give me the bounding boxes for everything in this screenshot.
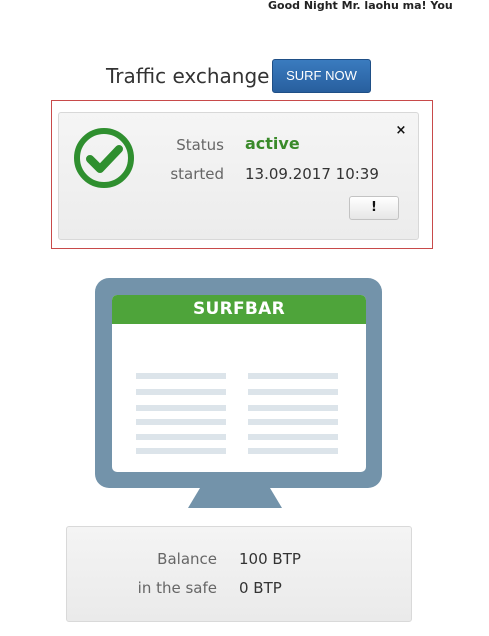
placeholder-line bbox=[248, 373, 338, 379]
surfbar-screen: SURFBAR bbox=[112, 295, 366, 472]
close-icon[interactable]: × bbox=[394, 123, 408, 139]
info-button[interactable]: ! bbox=[349, 196, 399, 220]
placeholder-line bbox=[248, 389, 338, 395]
page-title: Traffic exchange bbox=[106, 64, 270, 88]
placeholder-line bbox=[136, 405, 226, 411]
balance-label: Balance bbox=[157, 550, 217, 568]
placeholder-line bbox=[248, 419, 338, 425]
placeholder-line bbox=[248, 448, 338, 454]
placeholder-line bbox=[136, 373, 226, 379]
placeholder-line bbox=[136, 448, 226, 454]
surfbar-header: SURFBAR bbox=[112, 295, 366, 324]
greeting-text: Good Night Mr. laohu ma! You bbox=[268, 0, 453, 12]
balance-panel bbox=[66, 526, 412, 622]
started-value: 13.09.2017 10:39 bbox=[245, 165, 379, 183]
balance-value: 100 BTP bbox=[239, 550, 301, 568]
monitor-stand bbox=[188, 488, 282, 508]
placeholder-line bbox=[136, 434, 226, 440]
status-value: active bbox=[245, 134, 300, 153]
surf-now-button[interactable]: SURF NOW bbox=[272, 59, 371, 93]
status-label: Status bbox=[176, 136, 224, 154]
safe-label: in the safe bbox=[137, 579, 217, 597]
placeholder-line bbox=[248, 405, 338, 411]
started-label: started bbox=[170, 165, 224, 183]
placeholder-line bbox=[136, 419, 226, 425]
placeholder-line bbox=[248, 434, 338, 440]
check-circle-icon bbox=[74, 128, 134, 188]
placeholder-line bbox=[136, 389, 226, 395]
safe-value: 0 BTP bbox=[239, 579, 282, 597]
